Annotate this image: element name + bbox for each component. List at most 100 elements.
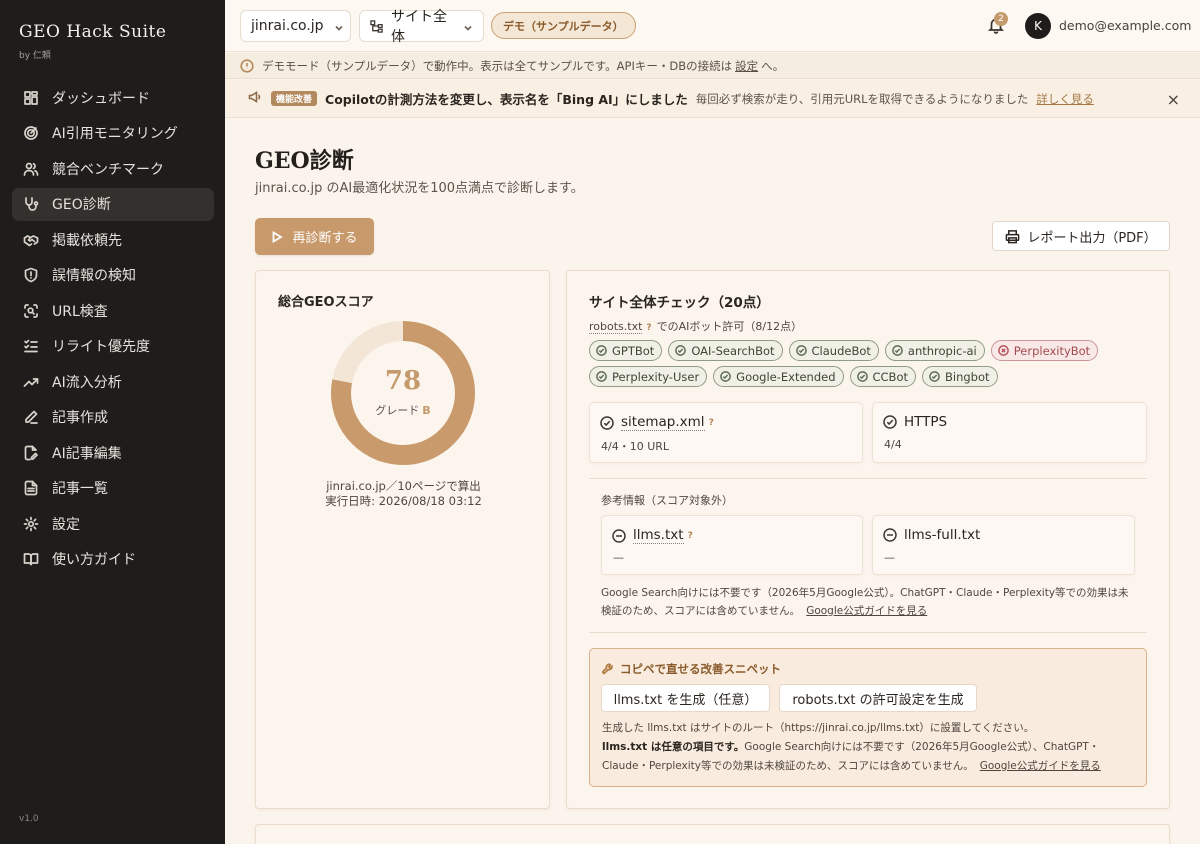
bot-chip-gptbot: GPTBot	[589, 340, 663, 361]
llms-full-label: llms-full.txt	[904, 527, 981, 543]
sidebar-item-article-create[interactable]: 記事作成	[12, 401, 214, 434]
radar-icon	[23, 125, 39, 141]
announcement-link[interactable]: 詳しく見る	[1036, 91, 1094, 107]
site-check-card: サイト全体チェック（20点） robots.txt? でのAIボット許可（8/12…	[566, 270, 1170, 809]
llms-check: llms.txt? —	[601, 515, 863, 575]
reference-note: Google Search向けには不要です（2026年5月Google公式）。C…	[601, 584, 1137, 620]
minus-circle-icon	[883, 528, 897, 542]
info-icon	[240, 58, 254, 73]
sidebar-item-benchmark[interactable]: 競合ベンチマーク	[12, 152, 214, 185]
domain-select-value: jinrai.co.jp	[251, 18, 324, 34]
avatar[interactable]: K	[1025, 13, 1051, 39]
close-icon[interactable]: ×	[1167, 90, 1180, 109]
snippet-note-bold: llms.txt は任意の項目です。	[602, 741, 745, 753]
bot-chip-perplexity-user: Perplexity-User	[589, 366, 708, 387]
check-circle-icon	[883, 415, 897, 429]
google-guide-link[interactable]: Google公式ガイドを見る	[980, 760, 1101, 772]
check-circle-icon	[675, 345, 687, 356]
chevron-down-icon	[334, 21, 344, 31]
sidebar-item-article-list[interactable]: 記事一覧	[12, 472, 214, 505]
scope-select-value: サイト全体	[391, 9, 447, 45]
score-grade: グレード B	[328, 402, 478, 418]
bot-chip-google-extended: Google-Extended	[713, 366, 844, 387]
app-version: v1.0	[19, 814, 39, 824]
sidebar-item-label: ダッシュボード	[52, 90, 150, 107]
play-icon	[273, 230, 284, 243]
check-circle-icon	[892, 345, 903, 356]
divider	[589, 632, 1147, 633]
top-bar: jinrai.co.jp サイト全体 デモ（サンプルデータ） 2 K demo@…	[225, 0, 1200, 52]
bot-chip-label: PerplexityBot	[1013, 343, 1091, 358]
bot-chip-perplexitybot: PerplexityBot	[990, 340, 1099, 361]
sidebar-item-placement[interactable]: 掲載依頼先	[12, 223, 214, 256]
book-icon	[23, 551, 39, 567]
sitemap-icon	[370, 19, 383, 33]
sidebar-item-label: AI流入分析	[52, 374, 122, 391]
sidebar-item-label: 記事作成	[52, 410, 108, 426]
export-pdf-label: レポート出力（PDF）	[1027, 230, 1157, 246]
sidebar-item-ai-traffic[interactable]: AI流入分析	[12, 365, 214, 398]
score-card: 総合GEOスコア 78 グレード B jinrai.co.jp／10ページで算出 …	[255, 270, 550, 809]
sidebar-item-url-inspect[interactable]: URL検査	[12, 294, 214, 327]
robots-term[interactable]: robots.txt	[589, 320, 643, 334]
sidebar-item-settings[interactable]: 設定	[12, 507, 214, 540]
generate-robots-button[interactable]: robots.txt の許可設定を生成	[779, 684, 977, 712]
check-circle-icon	[720, 371, 731, 382]
notification-count: 2	[994, 12, 1008, 26]
users-icon	[23, 161, 39, 177]
rerun-button-label: 再診断する	[292, 231, 358, 246]
sidebar-item-dashboard[interactable]: ダッシュボード	[12, 81, 214, 114]
snippet-panel: コピペで直せる改善スニペット llms.txt を生成（任意） robots.t…	[589, 648, 1147, 787]
google-guide-link[interactable]: Google公式ガイドを見る	[806, 605, 927, 617]
https-check: HTTPS 4/4	[872, 402, 1147, 463]
handshake-icon	[23, 232, 39, 248]
llms-label[interactable]: llms.txt	[633, 527, 684, 544]
bot-chip-ccbot: CCBot	[849, 366, 916, 387]
sitemap-check: sitemap.xml? 4/4・10 URL	[589, 402, 863, 463]
https-label: HTTPS	[904, 414, 948, 430]
sidebar-item-ai-edit[interactable]: AI記事編集	[12, 436, 214, 469]
generate-llms-button[interactable]: llms.txt を生成（任意）	[601, 684, 770, 712]
export-pdf-button[interactable]: レポート出力（PDF）	[992, 221, 1170, 251]
sitemap-label[interactable]: sitemap.xml	[621, 414, 705, 431]
help-icon[interactable]: ?	[646, 323, 651, 333]
file-text-icon	[23, 480, 39, 496]
check-circle-icon	[596, 371, 607, 382]
score-meta-date: 実行日時: 2026/08/18 03:12	[325, 494, 482, 508]
sidebar-item-misinfo[interactable]: 誤情報の検知	[12, 259, 214, 292]
announcement-tag: 機能改善	[271, 91, 318, 106]
announcement-desc: 毎回必ず検索が走り、引用元URLを取得できるようになりました	[695, 91, 1029, 106]
bot-chip-label: ClaudeBot	[811, 343, 871, 358]
stethoscope-icon	[23, 196, 39, 212]
scan-search-icon	[23, 303, 39, 319]
sidebar-item-geo-diagnosis[interactable]: GEO診断	[12, 187, 214, 221]
demo-mode-bar: デモモード（サンプルデータ）で動作中。表示は全てサンプルです。APIキー・DBの…	[225, 53, 1200, 79]
x-circle-icon	[997, 345, 1009, 356]
score-card-title: 総合GEOスコア	[278, 295, 374, 310]
announcement-bar: 機能改善 Copilotの計測方法を変更し、表示名を「Bing AI」にしました…	[225, 80, 1200, 118]
scope-select[interactable]: サイト全体	[359, 9, 484, 45]
user-email[interactable]: demo@example.com	[1059, 18, 1191, 33]
help-icon[interactable]: ?	[709, 418, 714, 428]
sidebar-item-label: GEO診断	[52, 197, 111, 213]
bot-chip-label: Google-Extended	[736, 369, 836, 384]
demo-mode-suffix: へ。	[761, 58, 785, 73]
settings-link[interactable]: 設定	[735, 58, 758, 74]
next-section-card	[255, 824, 1170, 844]
wrench-icon	[602, 663, 613, 675]
check-circle-icon	[856, 371, 868, 382]
sidebar-item-guide[interactable]: 使い方ガイド	[12, 543, 214, 576]
reference-label: 参考情報（スコア対象外）	[601, 494, 733, 507]
sidebar-item-ai-monitoring[interactable]: AI引用モニタリング	[12, 117, 214, 150]
brand-name: GEO Hack Suite	[19, 22, 167, 42]
sidebar-item-rewrite[interactable]: リライト優先度	[12, 330, 214, 363]
sidebar-item-label: 記事一覧	[52, 481, 108, 497]
bot-chips-row-2: Perplexity-User Google-Extended CCBot Bingb…	[589, 366, 1149, 387]
domain-select[interactable]: jinrai.co.jp	[240, 10, 351, 42]
megaphone-icon	[248, 90, 262, 107]
https-title: HTTPS	[883, 414, 947, 430]
announcement-title: Copilotの計測方法を変更し、表示名を「Bing AI」にしました	[325, 92, 688, 107]
rerun-button[interactable]: 再診断する	[255, 218, 374, 255]
help-icon[interactable]: ?	[688, 531, 693, 541]
check-circle-icon	[596, 345, 607, 356]
